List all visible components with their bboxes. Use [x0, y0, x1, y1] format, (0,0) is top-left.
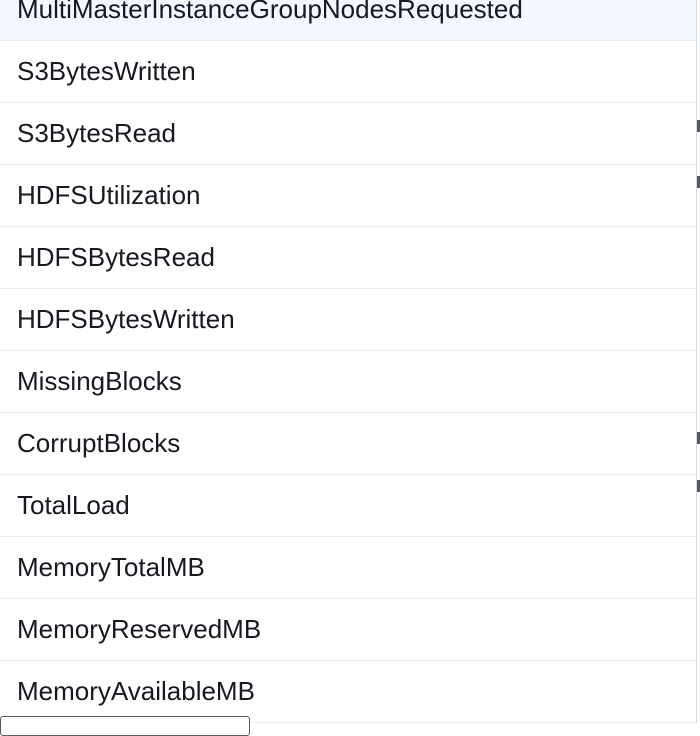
- list-item-hdfs-utilization[interactable]: HDFSUtilization: [0, 165, 696, 227]
- list-item-s3-bytes-read[interactable]: S3BytesRead: [0, 103, 696, 165]
- list-item-memory-reserved-mb[interactable]: MemoryReservedMB: [0, 599, 696, 661]
- list-item-hdfs-bytes-written[interactable]: HDFSBytesWritten: [0, 289, 696, 351]
- list-item-total-load[interactable]: TotalLoad: [0, 475, 696, 537]
- list-item-hdfs-bytes-read[interactable]: HDFSBytesRead: [0, 227, 696, 289]
- list-item-corrupt-blocks[interactable]: CorruptBlocks: [0, 413, 696, 475]
- metric-dropdown-list[interactable]: MultiMasterInstanceGroupNodesRequested S…: [0, 0, 697, 723]
- list-item-memory-total-mb[interactable]: MemoryTotalMB: [0, 537, 696, 599]
- list-item-multi-master-nodes-requested[interactable]: MultiMasterInstanceGroupNodesRequested: [0, 0, 696, 41]
- list-item-s3-bytes-written[interactable]: S3BytesWritten: [0, 41, 696, 103]
- list-item-memory-available-mb[interactable]: MemoryAvailableMB: [0, 661, 696, 723]
- list-item-missing-blocks[interactable]: MissingBlocks: [0, 351, 696, 413]
- underlying-select-control[interactable]: [0, 716, 250, 736]
